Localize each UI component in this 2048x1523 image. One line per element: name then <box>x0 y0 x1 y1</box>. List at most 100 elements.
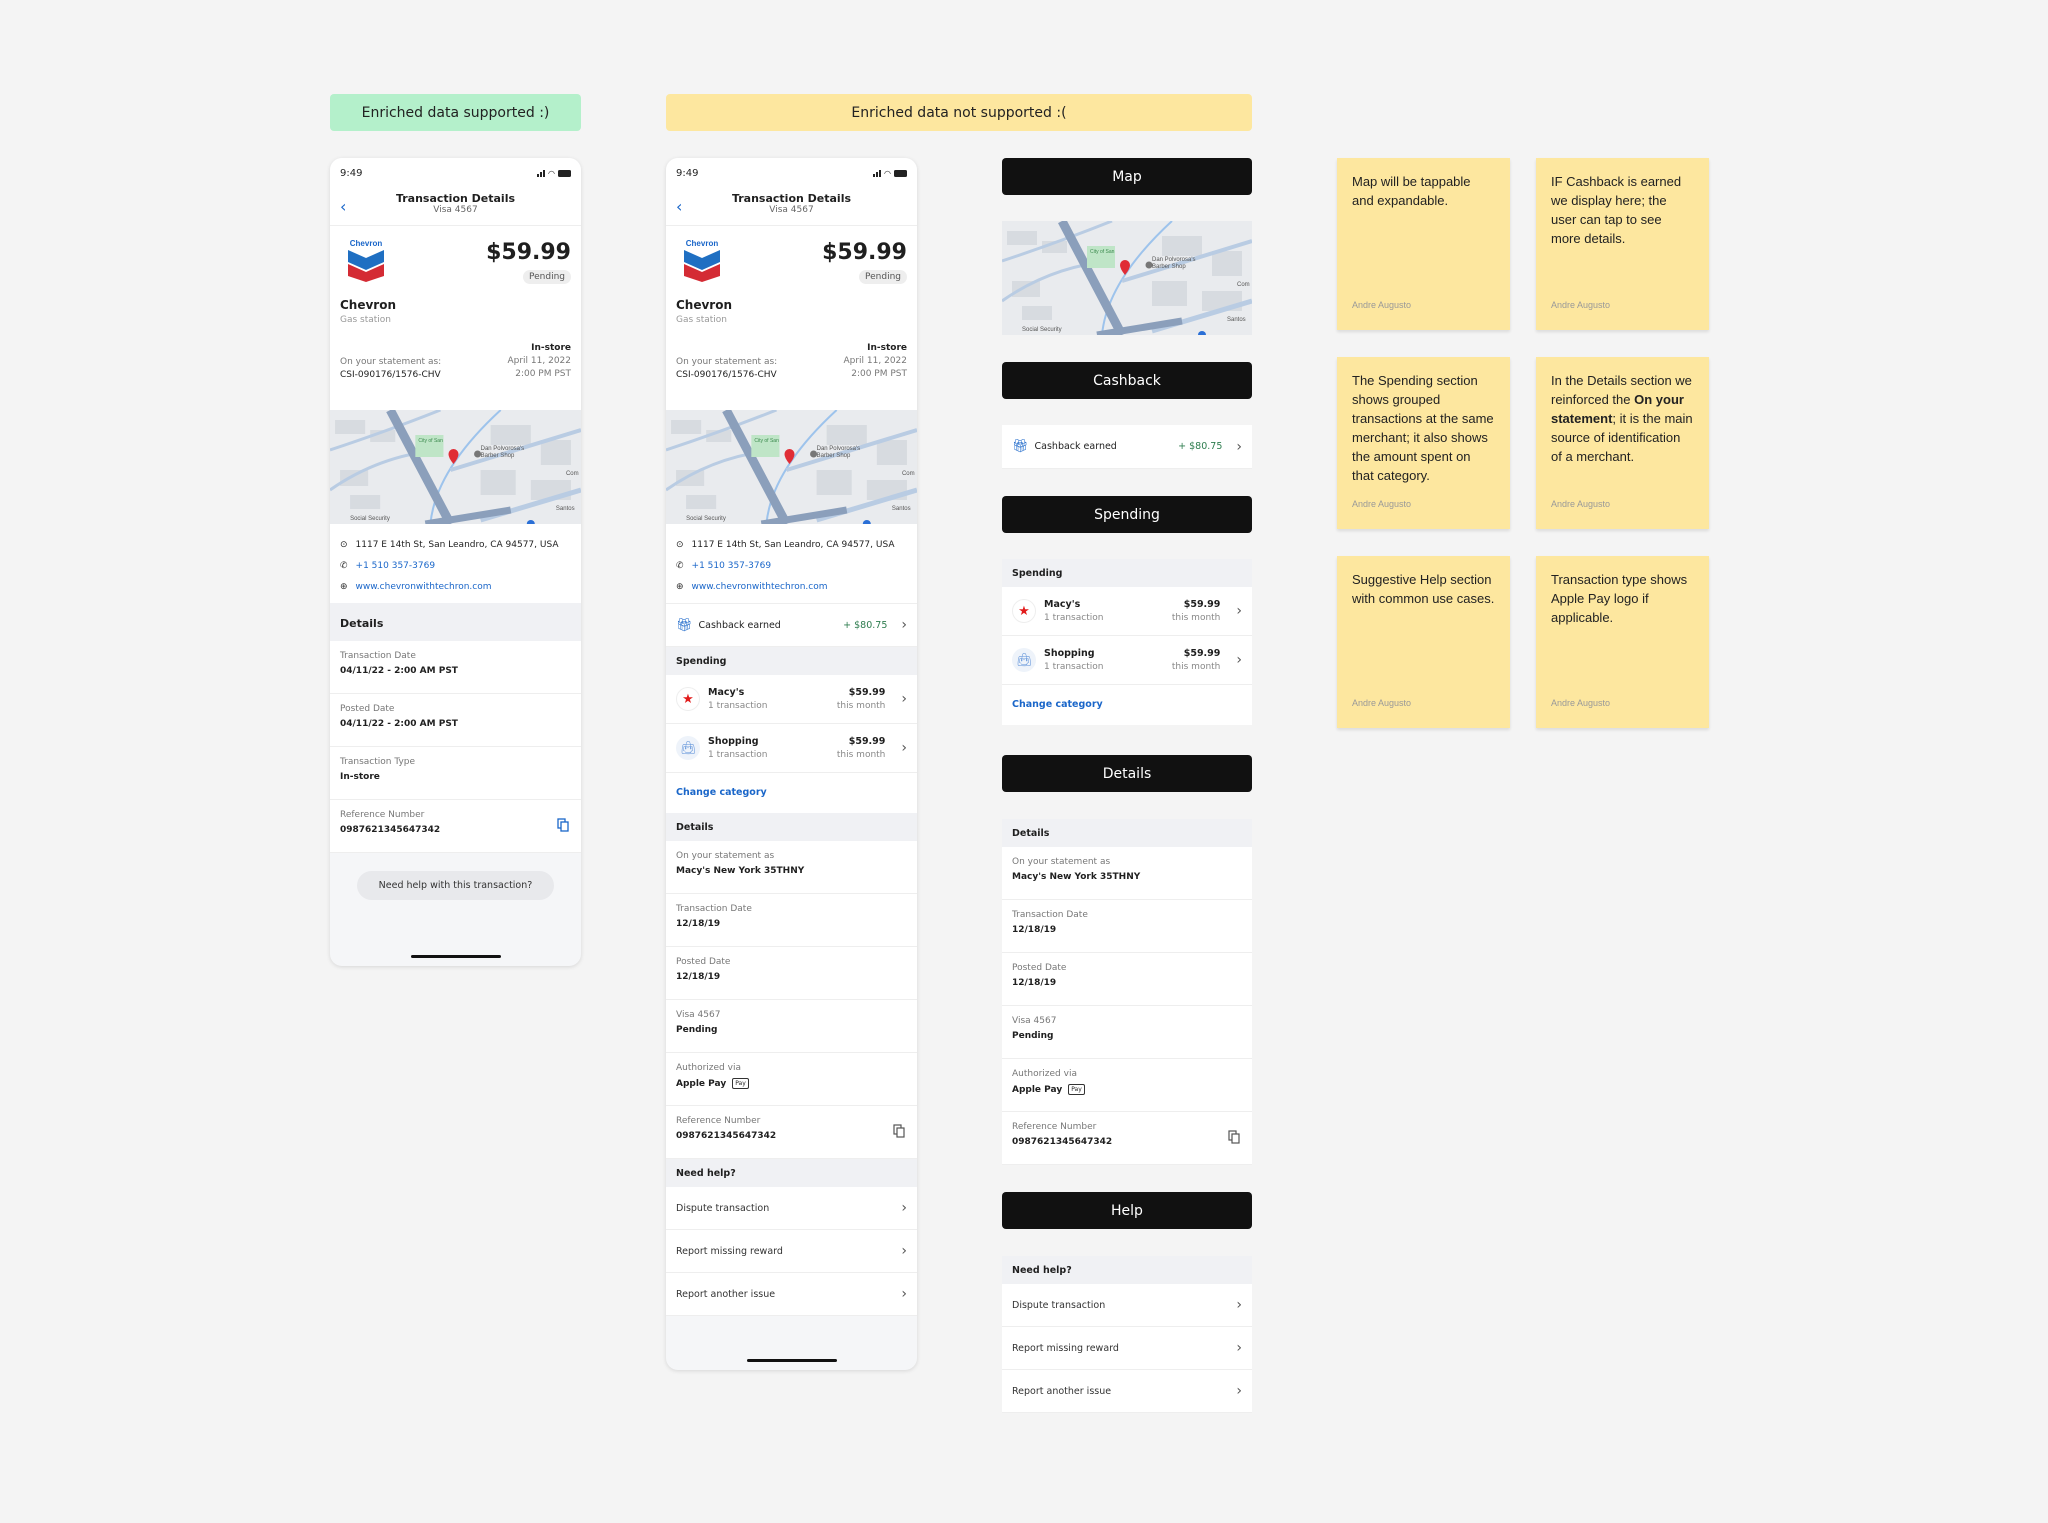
not-supported-label: Enriched data not supported :( <box>666 94 1252 131</box>
help-item-another-issue[interactable]: Report another issue › <box>1002 1370 1252 1413</box>
svg-text:Com: Com <box>566 471 579 477</box>
spending-item[interactable]: ★ Macy's 1 transaction $59.99 this month › <box>1002 587 1252 636</box>
transaction-time: 2:00 PM PST <box>515 369 571 379</box>
detail-value: 12/18/19 <box>676 919 721 929</box>
cashback-row[interactable]: 🎁︎ Cashback earned + $80.75 › <box>1002 425 1252 469</box>
help-item-missing-reward[interactable]: Report missing reward › <box>666 1230 917 1273</box>
detail-value: 0987621345647342 <box>1012 1137 1113 1147</box>
status-bar: 9:49 ◠ <box>330 158 581 188</box>
chevron-right-icon: › <box>901 740 907 756</box>
cashback-label: Cashback earned <box>1034 441 1117 452</box>
statement-info: On your statement as: CSI-090176/1576-CHV <box>676 356 777 382</box>
battery-icon <box>558 169 571 177</box>
merchant-category: Gas station <box>676 315 728 325</box>
detail-label: Transaction Date <box>676 904 752 914</box>
help-item-dispute[interactable]: Dispute transaction › <box>666 1187 917 1230</box>
phone-icon: ✆ <box>340 560 348 571</box>
transaction-type: In-store <box>531 343 571 353</box>
note-text: Map will be tappable and expandable. <box>1352 174 1471 208</box>
help-item-label: Dispute transaction <box>676 1202 770 1214</box>
note-author: Andre Augusto <box>1352 499 1412 509</box>
phone-row[interactable]: ✆ +1 510 357-3769 <box>676 555 907 576</box>
status-badge: Pending <box>523 270 571 284</box>
chevron-right-icon: › <box>1236 603 1242 619</box>
detail-label: Visa 4567 <box>676 1010 721 1020</box>
copy-icon[interactable] <box>893 1124 905 1138</box>
address-row: ⊙ 1117 E 14th St, San Leandro, CA 94577, … <box>340 534 571 555</box>
map[interactable]: Dan Polvorosa's Barber Shop City of San … <box>330 410 581 524</box>
chevron-right-icon: › <box>1236 1340 1242 1356</box>
need-help-button[interactable]: Need help with this transaction? <box>357 871 554 900</box>
note-author: Andre Augusto <box>1551 698 1611 708</box>
detail-label: On your statement as <box>1012 857 1111 867</box>
chevron-logo-icon: Chevron <box>348 239 384 282</box>
spending-item[interactable]: 👜︎ Shopping 1 transaction $59.99 this mont… <box>666 724 917 773</box>
back-icon[interactable]: ‹ <box>676 197 682 216</box>
spending-item[interactable]: 👜︎ Shopping 1 transaction $59.99 this mont… <box>1002 636 1252 685</box>
phone-row[interactable]: ✆ +1 510 357-3769 <box>340 555 571 576</box>
change-category-link[interactable]: Change category <box>666 773 917 813</box>
cashback-row[interactable]: 🎁︎ Cashback earned + $80.75 › <box>666 603 917 647</box>
sticky-note: Map will be tappable and expandable. Andr… <box>1337 158 1510 330</box>
statement-label: On your statement as: <box>676 357 778 367</box>
spending-item[interactable]: ★ Macy's 1 transaction $59.99 this month › <box>666 675 917 724</box>
detail-row: Visa 4567 Pending <box>666 1000 917 1053</box>
merchant-name: Chevron <box>340 298 397 312</box>
help-item-missing-reward[interactable]: Report missing reward › <box>1002 1327 1252 1370</box>
merchant-info: ⊙ 1117 E 14th St, San Leandro, CA 94577, … <box>666 524 917 603</box>
macys-star-icon: ★ <box>1012 599 1036 623</box>
chevron-right-icon: › <box>901 617 907 633</box>
svg-text:City of San: City of San <box>418 438 443 444</box>
detail-value: 12/18/19 <box>676 972 721 982</box>
cashback-label: Cashback earned <box>698 619 781 631</box>
map[interactable]: Dan Polvorosa's Barber Shop City of San … <box>666 410 917 524</box>
spending-sub: 1 transaction <box>1044 613 1104 623</box>
map-component[interactable]: Dan Polvorosa's Barber Shop City of San … <box>1002 221 1252 335</box>
globe-icon: ⊕ <box>676 581 684 592</box>
clock: 9:49 <box>340 167 363 179</box>
transaction-summary: Chevron $59.99 Pending Chevron Gas stati… <box>330 226 581 410</box>
help-item-dispute[interactable]: Dispute transaction › <box>1002 1284 1252 1327</box>
website-row[interactable]: ⊕ www.chevronwithtechron.com <box>340 576 571 597</box>
merchant-info: ⊙ 1117 E 14th St, San Leandro, CA 94577, … <box>330 524 581 603</box>
svg-text:City of San: City of San <box>1090 249 1115 255</box>
phone-not-enriched: 9:49 ◠ ‹ Transaction Details Visa 4567 C… <box>666 158 917 1370</box>
detail-value: 04/11/22 - 2:00 AM PST <box>340 666 458 676</box>
merchant-category: Gas station <box>340 315 392 325</box>
map-image: Dan Polvorosa's Barber Shop City of San … <box>1002 221 1252 335</box>
website-row[interactable]: ⊕ www.chevronwithtechron.com <box>676 576 907 597</box>
note-text: IF Cashback is earned we display here; t… <box>1551 174 1682 246</box>
cashback-amount: + $80.75 <box>1178 441 1223 452</box>
statement-value: CSI-090176/1576-CHV <box>676 370 777 380</box>
transaction-summary: Chevron $59.99 Pending Chevron Gas stati… <box>666 226 917 410</box>
copy-icon[interactable] <box>1228 1130 1240 1144</box>
website-link[interactable]: www.chevronwithtechron.com <box>356 582 492 592</box>
phone-link[interactable]: +1 510 357-3769 <box>356 561 436 571</box>
detail-label: Posted Date <box>1012 963 1067 973</box>
map-image: Dan Polvorosa's Barber Shop City of San … <box>666 410 917 524</box>
spending-period: this month <box>836 701 886 711</box>
website-link[interactable]: www.chevronwithtechron.com <box>692 582 828 592</box>
svg-text:City of San: City of San <box>754 438 779 444</box>
detail-row: Visa 4567 Pending <box>1002 1006 1252 1059</box>
chevron-right-icon: › <box>901 1200 907 1216</box>
detail-label: Authorized via <box>676 1063 741 1073</box>
map-image: Dan Polvorosa's Barber Shop City of San … <box>330 410 581 524</box>
svg-text:Com: Com <box>902 471 915 477</box>
help-item-another-issue[interactable]: Report another issue › <box>666 1273 917 1316</box>
change-category-link[interactable]: Change category <box>1002 685 1252 725</box>
help-item-label: Report missing reward <box>1012 1342 1119 1354</box>
location-pin-icon: ⊙ <box>676 539 684 550</box>
copy-icon[interactable] <box>557 818 569 832</box>
phone-link[interactable]: +1 510 357-3769 <box>692 561 772 571</box>
home-indicator <box>746 1359 837 1362</box>
detail-value: 12/18/19 <box>1012 978 1057 988</box>
note-author: Andre Augusto <box>1352 698 1412 708</box>
detail-label: Transaction Date <box>1012 910 1088 920</box>
help-component: Need help? Dispute transaction › Report m… <box>1002 1256 1252 1413</box>
macys-star-icon: ★ <box>676 687 700 711</box>
back-icon[interactable]: ‹ <box>340 197 346 216</box>
details-header: Details <box>666 813 917 841</box>
spending-name: Shopping <box>1044 648 1095 659</box>
detail-row: Transaction Date 12/18/19 <box>1002 900 1252 953</box>
